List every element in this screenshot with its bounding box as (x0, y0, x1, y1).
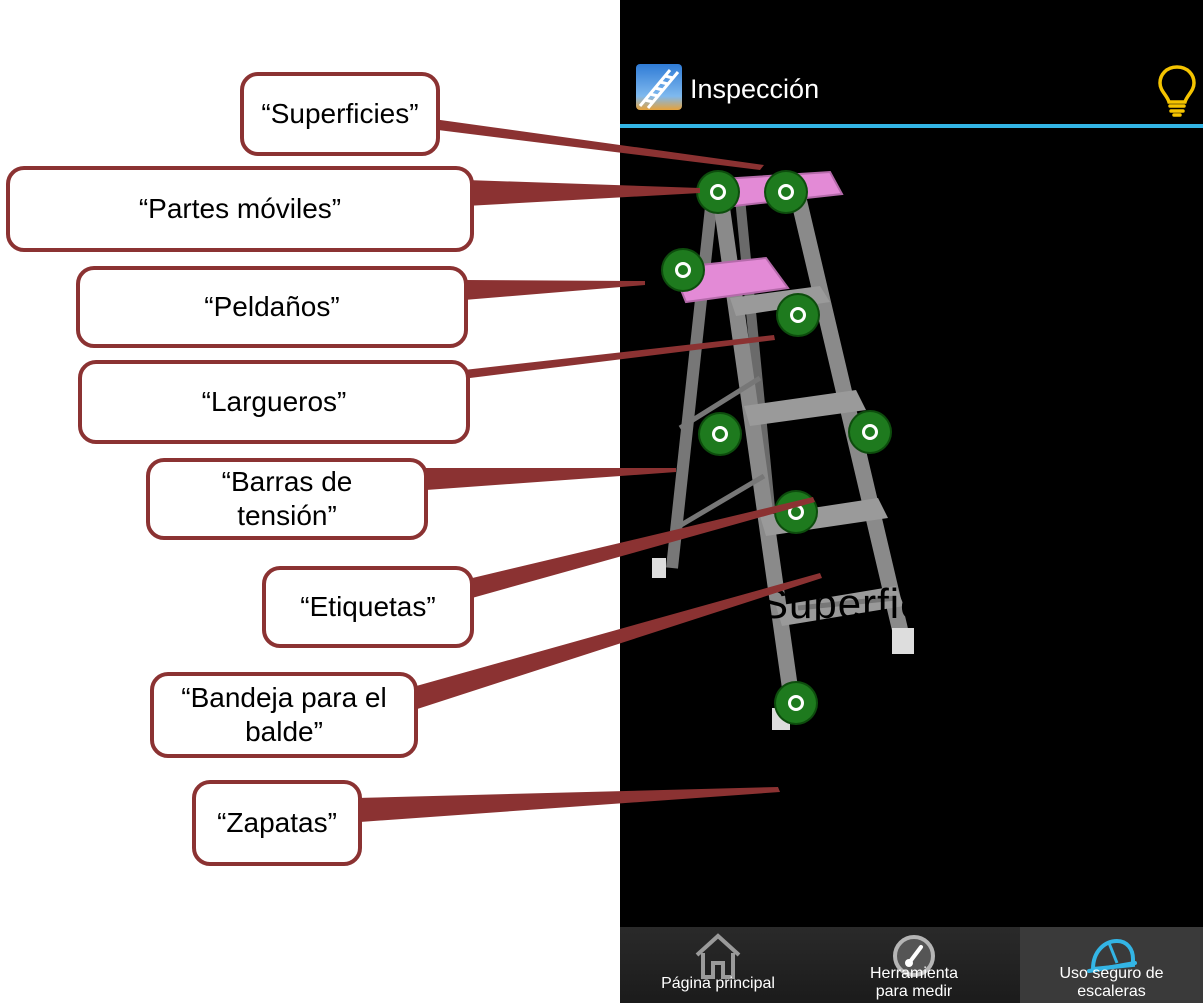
ladder-image: Superficies (620, 128, 1203, 808)
center-label: Superficies (760, 580, 979, 627)
hotspot-peldanos[interactable] (778, 295, 818, 335)
hotspot-superficies[interactable] (766, 172, 806, 212)
lightbulb-icon[interactable] (1157, 64, 1197, 118)
callout-barras-de-tension: “Barras de tensión” (146, 458, 428, 540)
callout-superficies: “Superficies” (240, 72, 440, 156)
action-bar: Inspección (620, 50, 1203, 124)
bottom-navigation: Página principal Herramienta para medir (620, 927, 1203, 1003)
hotspot-barras-de-tension[interactable] (700, 414, 740, 454)
tab-home-label: Página principal (661, 975, 775, 992)
app-logo-icon (636, 64, 682, 110)
tab-ladder-safety[interactable]: Uso seguro de escaleras (1020, 927, 1203, 1003)
hotspot-peldanos-shelf[interactable] (663, 250, 703, 290)
tab-measure-label: Herramienta para medir (869, 965, 959, 1000)
app-title: Inspección (690, 74, 820, 104)
callout-zapatas: “Zapatas” (192, 780, 362, 866)
callout-largueros: “Largueros” (78, 360, 470, 444)
callout-peldanos: “Peldaños” (76, 266, 468, 348)
phone-screen: Inspección Superficies Página principal … (620, 0, 1203, 1003)
hotspot-etiquetas[interactable] (776, 492, 816, 532)
hotspot-largueros[interactable] (850, 412, 890, 452)
tab-home[interactable]: Página principal (620, 927, 816, 1003)
home-icon (693, 933, 743, 979)
hotspot-zapatas[interactable] (776, 683, 816, 723)
hotspot-partes-moviles-left[interactable] (698, 172, 738, 212)
callout-bandeja-para-el-balde: “Bandeja para el balde” (150, 672, 418, 758)
callout-etiquetas: “Etiquetas” (262, 566, 474, 648)
callout-partes-moviles: “Partes móviles” (6, 166, 474, 252)
status-bar (620, 0, 1203, 48)
tab-measure[interactable]: Herramienta para medir (816, 927, 1012, 1003)
tab-ladder-safety-label: Uso seguro de escaleras (1059, 965, 1164, 1000)
ladder-illustration (652, 170, 914, 730)
